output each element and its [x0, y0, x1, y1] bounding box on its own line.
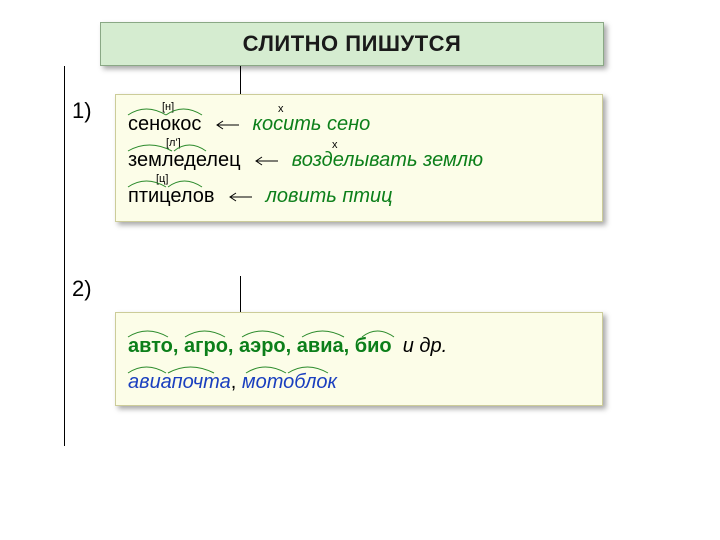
explanation-box-2: авто, агро, аэро, авиа, био и др. авиапо…: [115, 312, 603, 406]
comma: ,: [231, 371, 237, 393]
vertical-divider: [64, 66, 65, 446]
explanation-box-1: сенокос косить сено [н] х земледелец воз…: [115, 94, 603, 222]
x-mark-2: х: [332, 139, 338, 151]
arc-senokos-2: [164, 105, 204, 117]
arc-motoblok-1: [244, 363, 288, 375]
arrow-left-icon: [226, 192, 252, 202]
box2-prefixes-line: авто, агро, аэро, авиа, био и др.: [128, 335, 447, 358]
prefixes-etc: и др.: [403, 335, 447, 357]
list-number-2: 2): [72, 276, 92, 302]
arc-ptice-1: [126, 177, 168, 189]
arc-bio: [360, 327, 396, 339]
list-number-1: 1): [72, 98, 92, 124]
arc-aviapochta-1: [126, 363, 168, 375]
comma: ,: [286, 335, 292, 357]
def-senokos: косить сено: [253, 113, 371, 135]
arc-aviapochta-2: [166, 363, 216, 375]
header-title: СЛИТНО ПИШУТСЯ: [243, 31, 462, 57]
comma: ,: [228, 335, 234, 357]
arc-motoblok-2: [286, 363, 330, 375]
comma: ,: [173, 335, 179, 357]
arc-avto: [126, 327, 170, 339]
arc-ptice-2: [166, 177, 204, 189]
arc-zemle-1: [126, 141, 174, 153]
header-banner: СЛИТНО ПИШУТСЯ: [100, 22, 604, 66]
def-pticelov: ловить птиц: [266, 185, 393, 207]
arc-zemle-2: [172, 141, 208, 153]
connector-line-2: [240, 276, 241, 316]
arrow-left-icon: [252, 156, 278, 166]
arc-senokos-1: [126, 105, 168, 117]
arc-avia: [300, 327, 346, 339]
arc-agro: [183, 327, 227, 339]
arc-aero: [240, 327, 286, 339]
x-mark-1: х: [278, 103, 284, 115]
def-zemledelec: возделывать землю: [292, 149, 483, 171]
arrow-left-icon: [213, 120, 239, 130]
